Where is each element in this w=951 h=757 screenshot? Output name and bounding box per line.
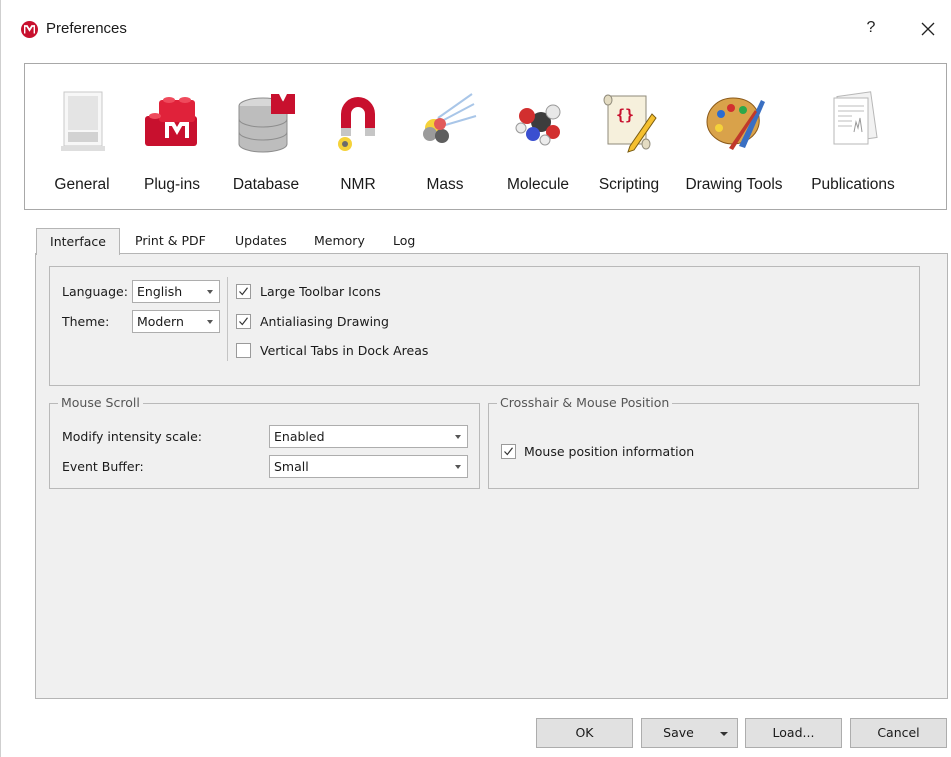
vertical-tabs-checkbox[interactable] (236, 343, 251, 358)
category-label: General (54, 176, 110, 193)
category-general[interactable]: General (48, 84, 116, 202)
database-icon (231, 88, 301, 158)
mouse-scroll-group: Mouse Scroll Modify intensity scale: Ena… (49, 395, 480, 489)
window-title: Preferences (46, 20, 127, 37)
category-label: NMR (340, 176, 376, 193)
category-nmr[interactable]: NMR (320, 84, 396, 202)
options-divider (227, 277, 228, 361)
category-database[interactable]: Database (228, 84, 304, 202)
category-drawing-tools[interactable]: Drawing Tools (681, 84, 787, 202)
svg-text:{}: {} (616, 106, 634, 124)
load-button[interactable]: Load... (745, 718, 842, 748)
preferences-dialog: Preferences ? General Plug-ins Database … (0, 0, 951, 757)
close-icon[interactable] (915, 16, 941, 42)
chevron-down-icon (207, 320, 213, 324)
category-label: Database (232, 176, 300, 193)
antialiasing-drawing-checkbox[interactable] (236, 314, 251, 329)
ok-button[interactable]: OK (536, 718, 633, 748)
molecule-icon (503, 88, 573, 158)
event-buffer-label: Event Buffer: (62, 459, 144, 474)
language-value: English (137, 284, 183, 299)
general-icon (47, 88, 117, 158)
chevron-down-icon (207, 290, 213, 294)
chevron-down-icon (455, 435, 461, 439)
category-plugins[interactable]: Plug-ins (136, 84, 208, 202)
title-bar: Preferences ? (1, 0, 951, 60)
intensity-scale-select[interactable]: Enabled (269, 425, 468, 448)
antialiasing-drawing-label: Antialiasing Drawing (260, 314, 389, 329)
scripting-icon: {} (594, 88, 664, 158)
palette-icon (699, 88, 769, 158)
category-label: Scripting (598, 176, 660, 193)
publications-icon (818, 88, 888, 158)
cancel-button[interactable]: Cancel (850, 718, 947, 748)
category-label: Plug-ins (144, 176, 200, 193)
chevron-down-icon[interactable] (720, 732, 728, 736)
theme-label: Theme: (62, 314, 110, 329)
crosshair-title: Crosshair & Mouse Position (497, 395, 673, 410)
language-select[interactable]: English (132, 280, 220, 303)
mass-icon (410, 88, 480, 158)
tab-updates[interactable]: Updates (235, 228, 287, 254)
category-molecule[interactable]: Molecule (499, 84, 577, 202)
category-toolbar: General Plug-ins Database NMR Mass Molec… (24, 63, 947, 210)
event-buffer-value: Small (274, 459, 309, 474)
large-toolbar-icons-checkbox[interactable] (236, 284, 251, 299)
vertical-tabs-label: Vertical Tabs in Dock Areas (260, 343, 429, 358)
category-label: Molecule (506, 176, 570, 193)
category-publications[interactable]: Publications (807, 84, 899, 202)
mouse-position-label: Mouse position information (524, 444, 695, 459)
category-label: Publications (811, 176, 895, 193)
language-label: Language: (62, 284, 128, 299)
intensity-scale-value: Enabled (274, 429, 325, 444)
category-label: Drawing Tools (685, 176, 783, 193)
category-mass[interactable]: Mass (410, 84, 480, 202)
category-scripting[interactable]: {} Scripting (590, 84, 668, 202)
crosshair-group: Crosshair & Mouse Position Mouse positio… (488, 395, 919, 489)
mouse-scroll-title: Mouse Scroll (58, 395, 143, 410)
interface-tab-page: Language: English Theme: Modern Large To… (35, 253, 948, 699)
help-button[interactable]: ? (859, 16, 883, 40)
plugins-icon (137, 88, 207, 158)
mouse-position-checkbox[interactable] (501, 444, 516, 459)
tab-interface[interactable]: Interface (36, 228, 120, 255)
chevron-down-icon (455, 465, 461, 469)
tab-print-pdf[interactable]: Print & PDF (135, 228, 206, 254)
event-buffer-select[interactable]: Small (269, 455, 468, 478)
save-label: Save (663, 725, 694, 740)
category-label: Mass (426, 176, 464, 193)
tab-log[interactable]: Log (393, 228, 415, 254)
intensity-scale-label: Modify intensity scale: (62, 429, 202, 444)
app-logo-icon (21, 21, 38, 38)
theme-value: Modern (137, 314, 184, 329)
tab-memory[interactable]: Memory (314, 228, 365, 254)
theme-select[interactable]: Modern (132, 310, 220, 333)
nmr-magnet-icon (323, 88, 393, 158)
interface-options-group: Language: English Theme: Modern Large To… (49, 266, 920, 386)
save-button[interactable]: Save (641, 718, 738, 748)
large-toolbar-icons-label: Large Toolbar Icons (260, 284, 381, 299)
